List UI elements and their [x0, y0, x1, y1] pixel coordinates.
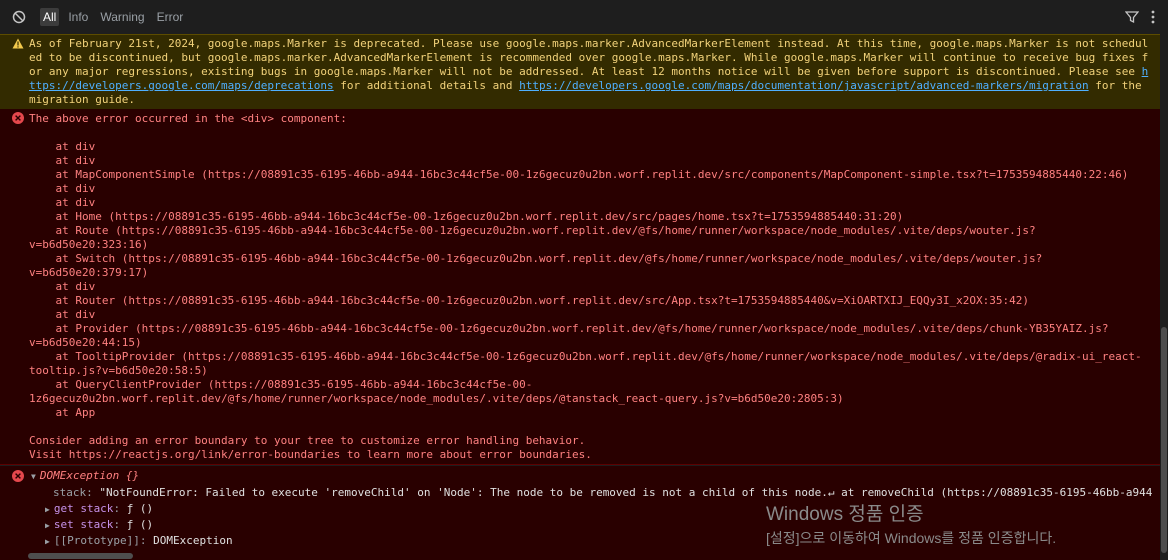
tab-all[interactable]: All: [40, 8, 60, 26]
expanded-triangle-icon: ▼: [31, 472, 36, 481]
warning-text: As of February 21st, 2024, google.maps.M…: [29, 37, 1154, 107]
property-key: get stack: [53, 502, 114, 515]
property-key: stack: [53, 486, 87, 499]
horizontal-scrollbar-thumb[interactable]: [28, 553, 133, 559]
property-key: [[Prototype]]: [53, 534, 140, 547]
warning-text-part: As of February 21st, 2024, google.maps.M…: [29, 37, 1149, 78]
stack-property: stack: "NotFoundError: Failed to execute…: [53, 486, 1153, 499]
watermark-title: Windows 정품 인증: [766, 504, 924, 525]
tab-error[interactable]: Error: [154, 8, 187, 26]
error-stack-trace: The above error occurred in the <div> co…: [29, 112, 1142, 461]
get-stack-property[interactable]: ▶ get stack: ƒ (): [45, 502, 153, 517]
log-level-tabs: All Info Warning Error: [40, 8, 186, 26]
warning-text-part: for additional details and: [333, 79, 520, 92]
exception-title: DOMException {}: [39, 469, 140, 482]
collapsed-triangle-icon: ▶: [45, 505, 50, 514]
vertical-scrollbar-thumb[interactable]: [1161, 327, 1167, 553]
migration-guide-link[interactable]: https://developers.google.com/maps/docum…: [519, 79, 1089, 92]
clear-console-icon[interactable]: [12, 10, 26, 24]
property-value: DOMException: [153, 534, 233, 547]
property-value: "NotFoundError: Failed to execute 'remov…: [99, 486, 1153, 499]
filter-icon[interactable]: [1125, 10, 1139, 24]
collapsed-triangle-icon: ▶: [45, 537, 50, 546]
prototype-property[interactable]: ▶ [[Prototype]]: DOMException: [45, 534, 233, 549]
set-stack-property[interactable]: ▶ set stack: ƒ (): [45, 518, 153, 533]
horizontal-scrollbar-track[interactable]: [28, 551, 1153, 560]
error-message: The above error occurred in the <div> co…: [0, 109, 1160, 465]
warning-message: As of February 21st, 2024, google.maps.M…: [0, 34, 1160, 110]
watermark-subtitle: [설정]으로 이동하여 Windows를 정품 인증합니다.: [766, 530, 1057, 546]
property-value: ƒ (): [126, 518, 154, 531]
tab-info[interactable]: Info: [65, 8, 91, 26]
warning-icon: [12, 38, 24, 49]
more-options-icon[interactable]: [1146, 9, 1160, 25]
tab-warning[interactable]: Warning: [97, 8, 147, 26]
property-value: ƒ (): [126, 502, 154, 515]
collapsed-triangle-icon: ▶: [45, 521, 50, 530]
console-toolbar: All Info Warning Error: [0, 0, 1168, 34]
exception-object-toggle[interactable]: ▼ DOMException {}: [31, 469, 139, 484]
windows-activation-watermark: Windows 정품 인증 [설정]으로 이동하여 Windows를 정품 인증…: [766, 503, 1056, 549]
error-icon: [12, 470, 24, 482]
property-key: set stack: [53, 518, 114, 531]
error-icon: [12, 112, 24, 124]
